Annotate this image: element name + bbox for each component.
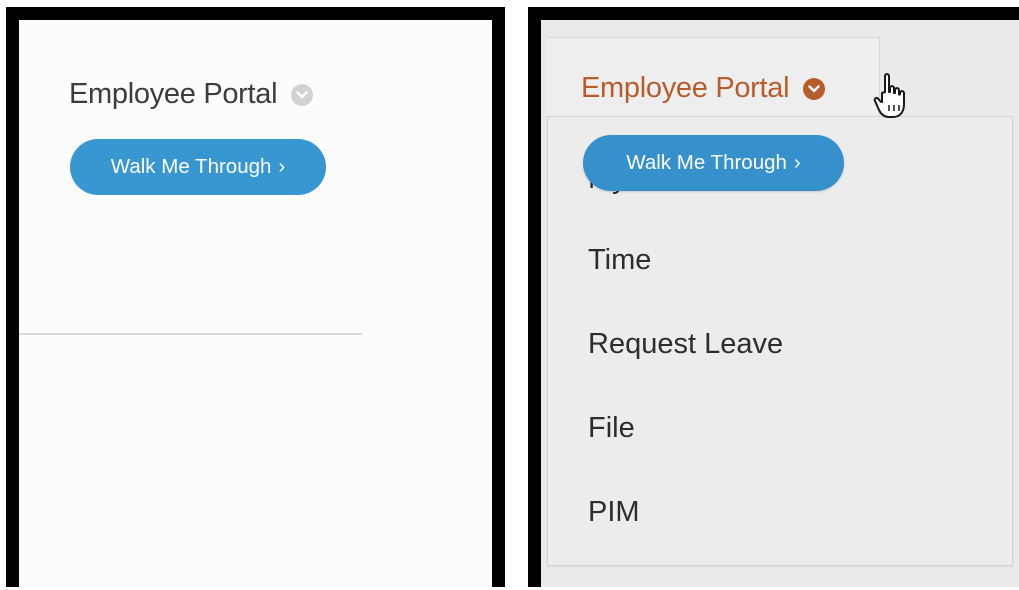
menu-item-request-leave[interactable]: Request Leave [588,328,783,361]
walk-me-through-label: Walk Me Through [110,155,272,178]
screenshot-panel-after: My Info Time Request Leave File PIM Empl… [528,7,1019,587]
chevron-down-icon[interactable] [291,83,314,106]
employee-portal-label: Employee Portal [69,78,278,110]
menu-item-time[interactable]: Time [588,244,651,277]
menu-item-pim[interactable]: PIM [588,496,640,529]
employee-portal-menu-active[interactable]: Employee Portal [581,72,826,105]
chevron-right-icon: › [278,155,286,178]
portal-page-after: My Info Time Request Leave File PIM Empl… [541,20,1019,587]
hand-pointer-icon [873,72,909,127]
walk-me-through-button[interactable]: Walk Me Through › [583,135,844,191]
portal-page-before: Employee Portal Walk Me Through › [19,20,492,587]
chevron-right-icon: › [793,151,801,174]
walk-me-through-button[interactable]: Walk Me Through › [70,139,326,195]
screenshot-panel-before: Employee Portal Walk Me Through › [6,7,505,587]
employee-portal-label: Employee Portal [581,72,790,104]
chevron-down-icon[interactable] [803,77,826,100]
menu-item-file[interactable]: File [588,412,635,445]
walk-me-through-label: Walk Me Through [626,151,787,174]
employee-portal-menu[interactable]: Employee Portal [69,78,314,111]
divider [19,333,362,335]
